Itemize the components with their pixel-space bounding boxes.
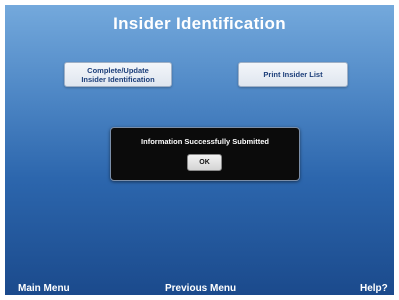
previous-menu-link[interactable]: Previous Menu [165, 283, 236, 294]
ok-button-label: OK [199, 159, 210, 166]
main-menu-link[interactable]: Main Menu [18, 283, 70, 294]
complete-update-label: Complete/Update Insider Identification [81, 66, 154, 84]
dialog-message: Information Successfully Submitted [141, 137, 269, 146]
help-link[interactable]: Help? [360, 283, 388, 294]
ok-button[interactable]: OK [187, 154, 222, 171]
print-insider-list-label: Print Insider List [263, 70, 323, 79]
page-title: Insider Identification [113, 14, 286, 33]
complete-update-insider-button[interactable]: Complete/Update Insider Identification [64, 62, 172, 87]
app-screen: Insider Identification Complete/Update I… [5, 5, 394, 295]
complete-update-label-line1: Complete/Update [87, 65, 149, 75]
complete-update-label-line2: Insider Identification [81, 74, 155, 84]
success-dialog: Information Successfully Submitted OK [110, 127, 300, 181]
print-insider-list-button[interactable]: Print Insider List [238, 62, 348, 87]
